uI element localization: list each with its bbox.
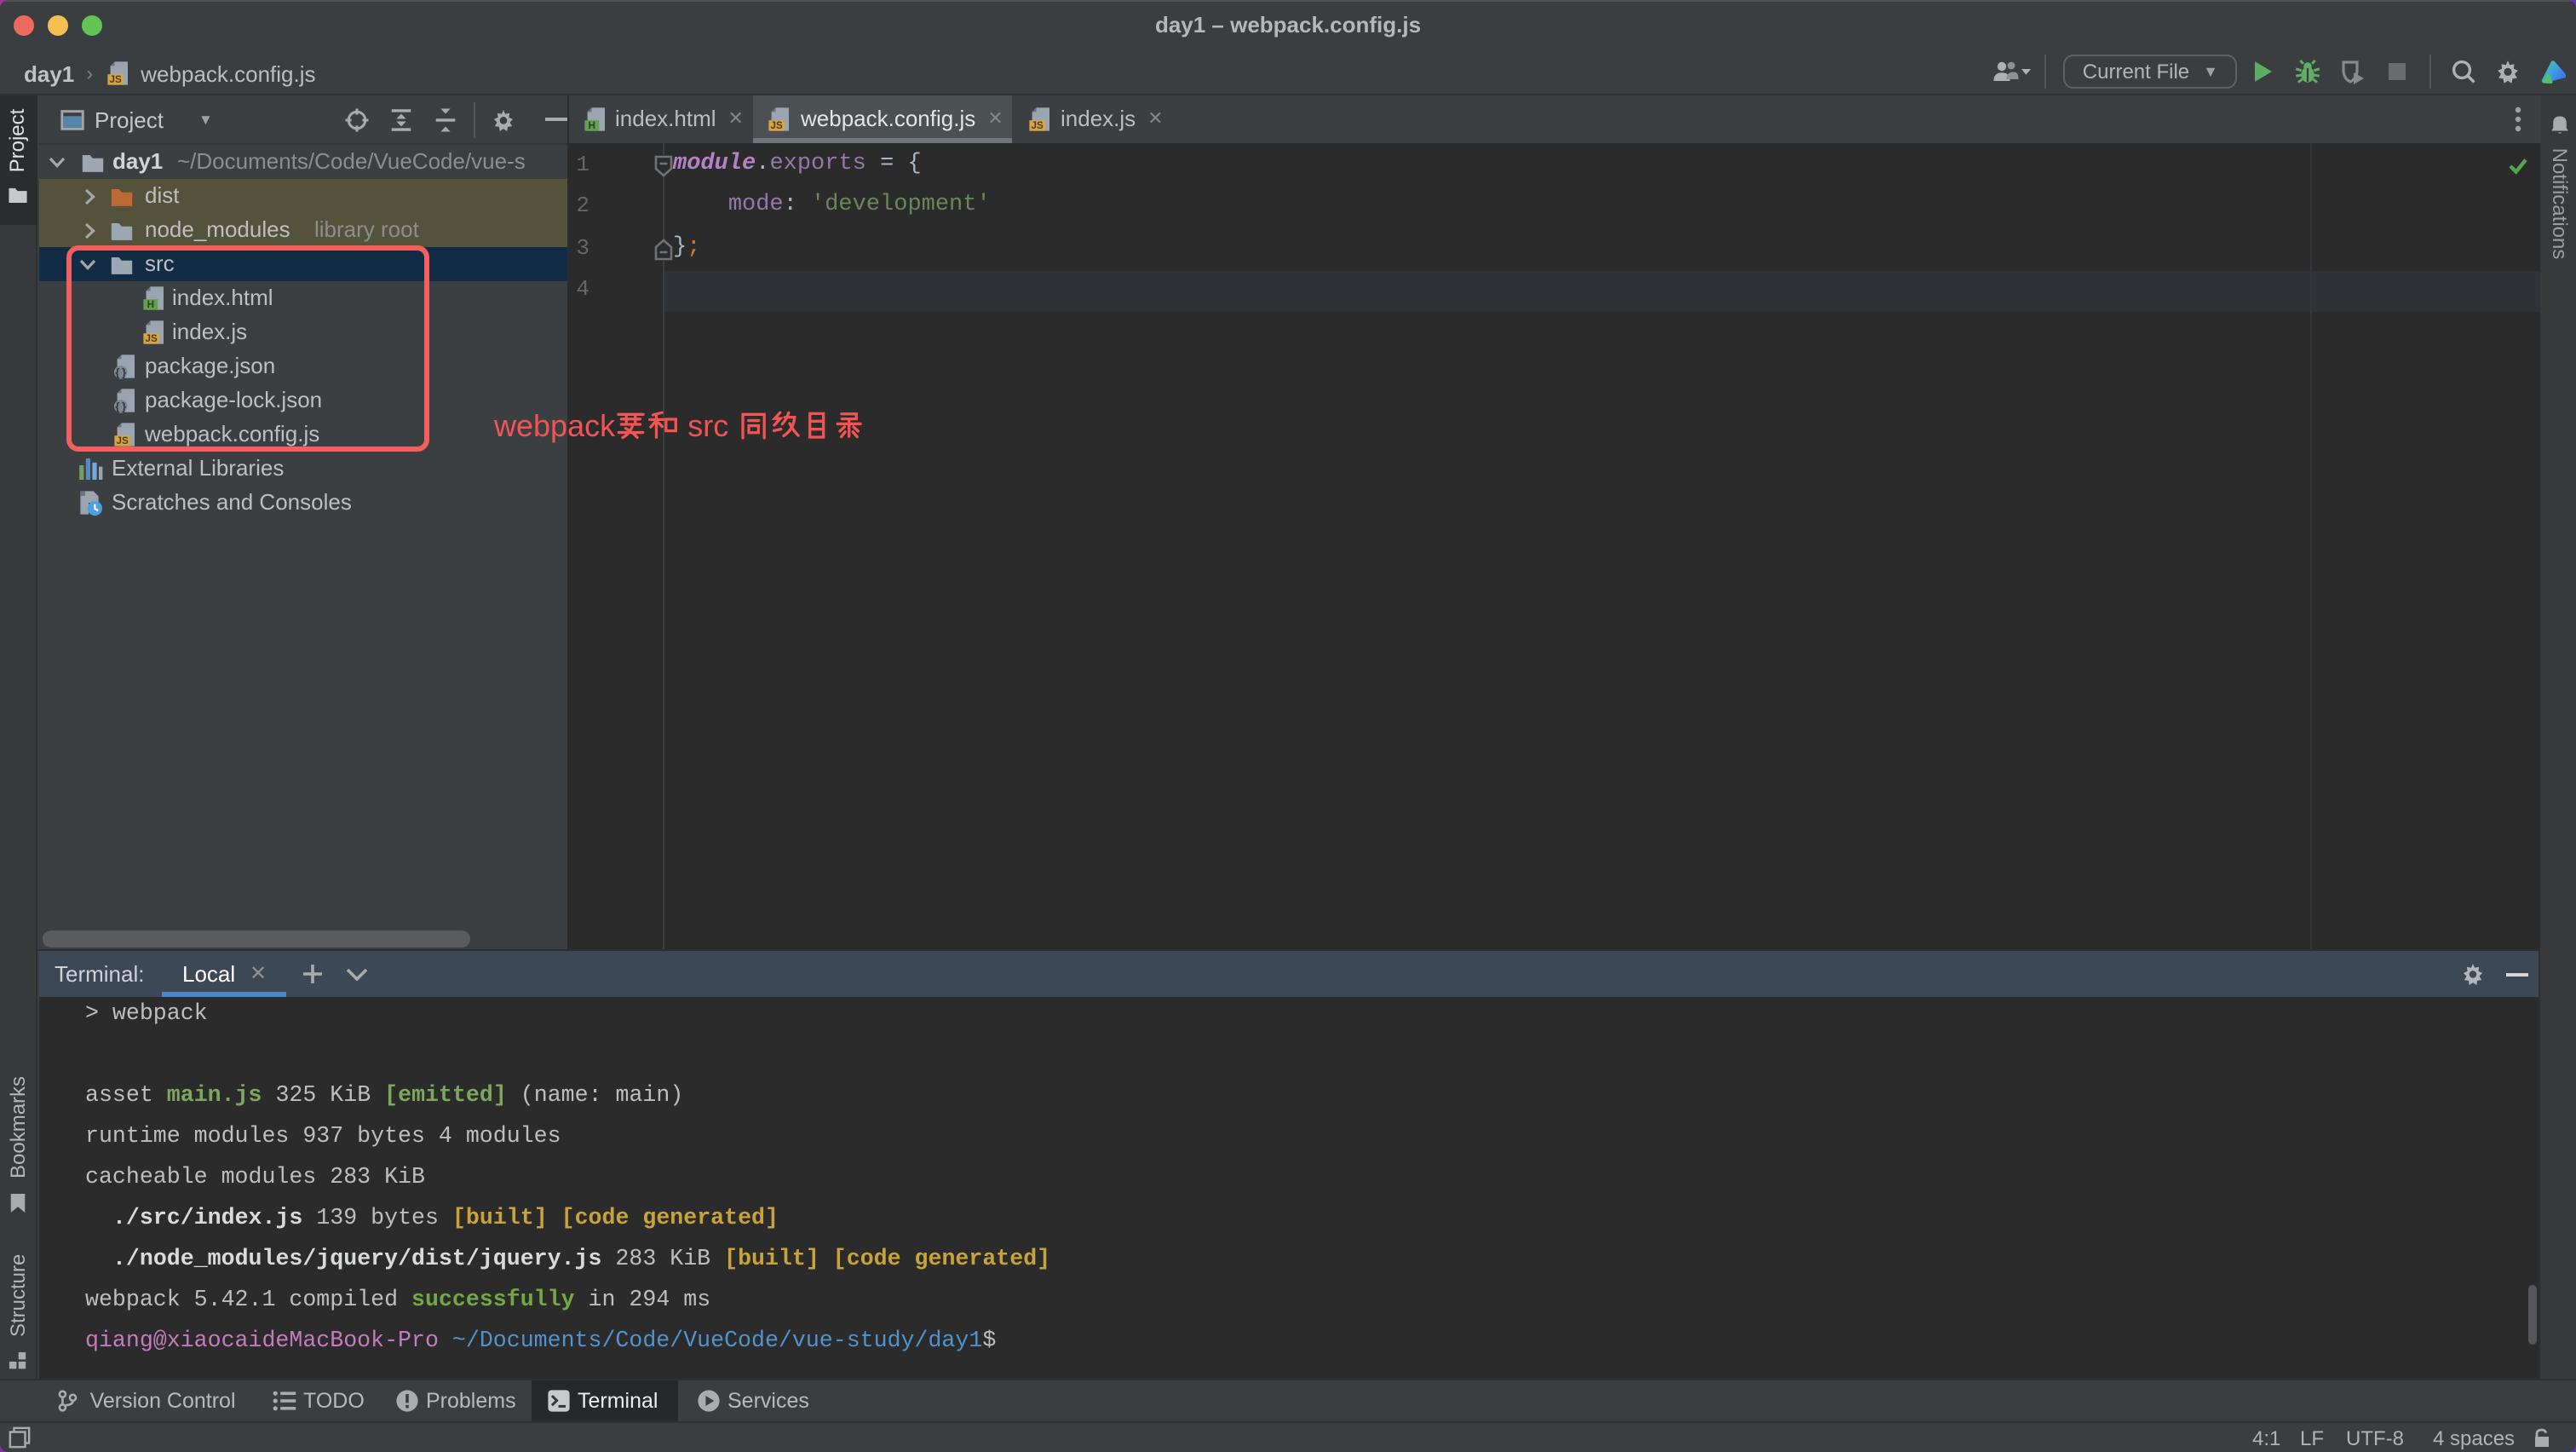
svg-text:JS: JS	[771, 120, 783, 131]
svg-text:H: H	[589, 120, 595, 131]
svg-text:JS: JS	[109, 74, 121, 85]
svg-text:JS: JS	[1031, 120, 1043, 131]
